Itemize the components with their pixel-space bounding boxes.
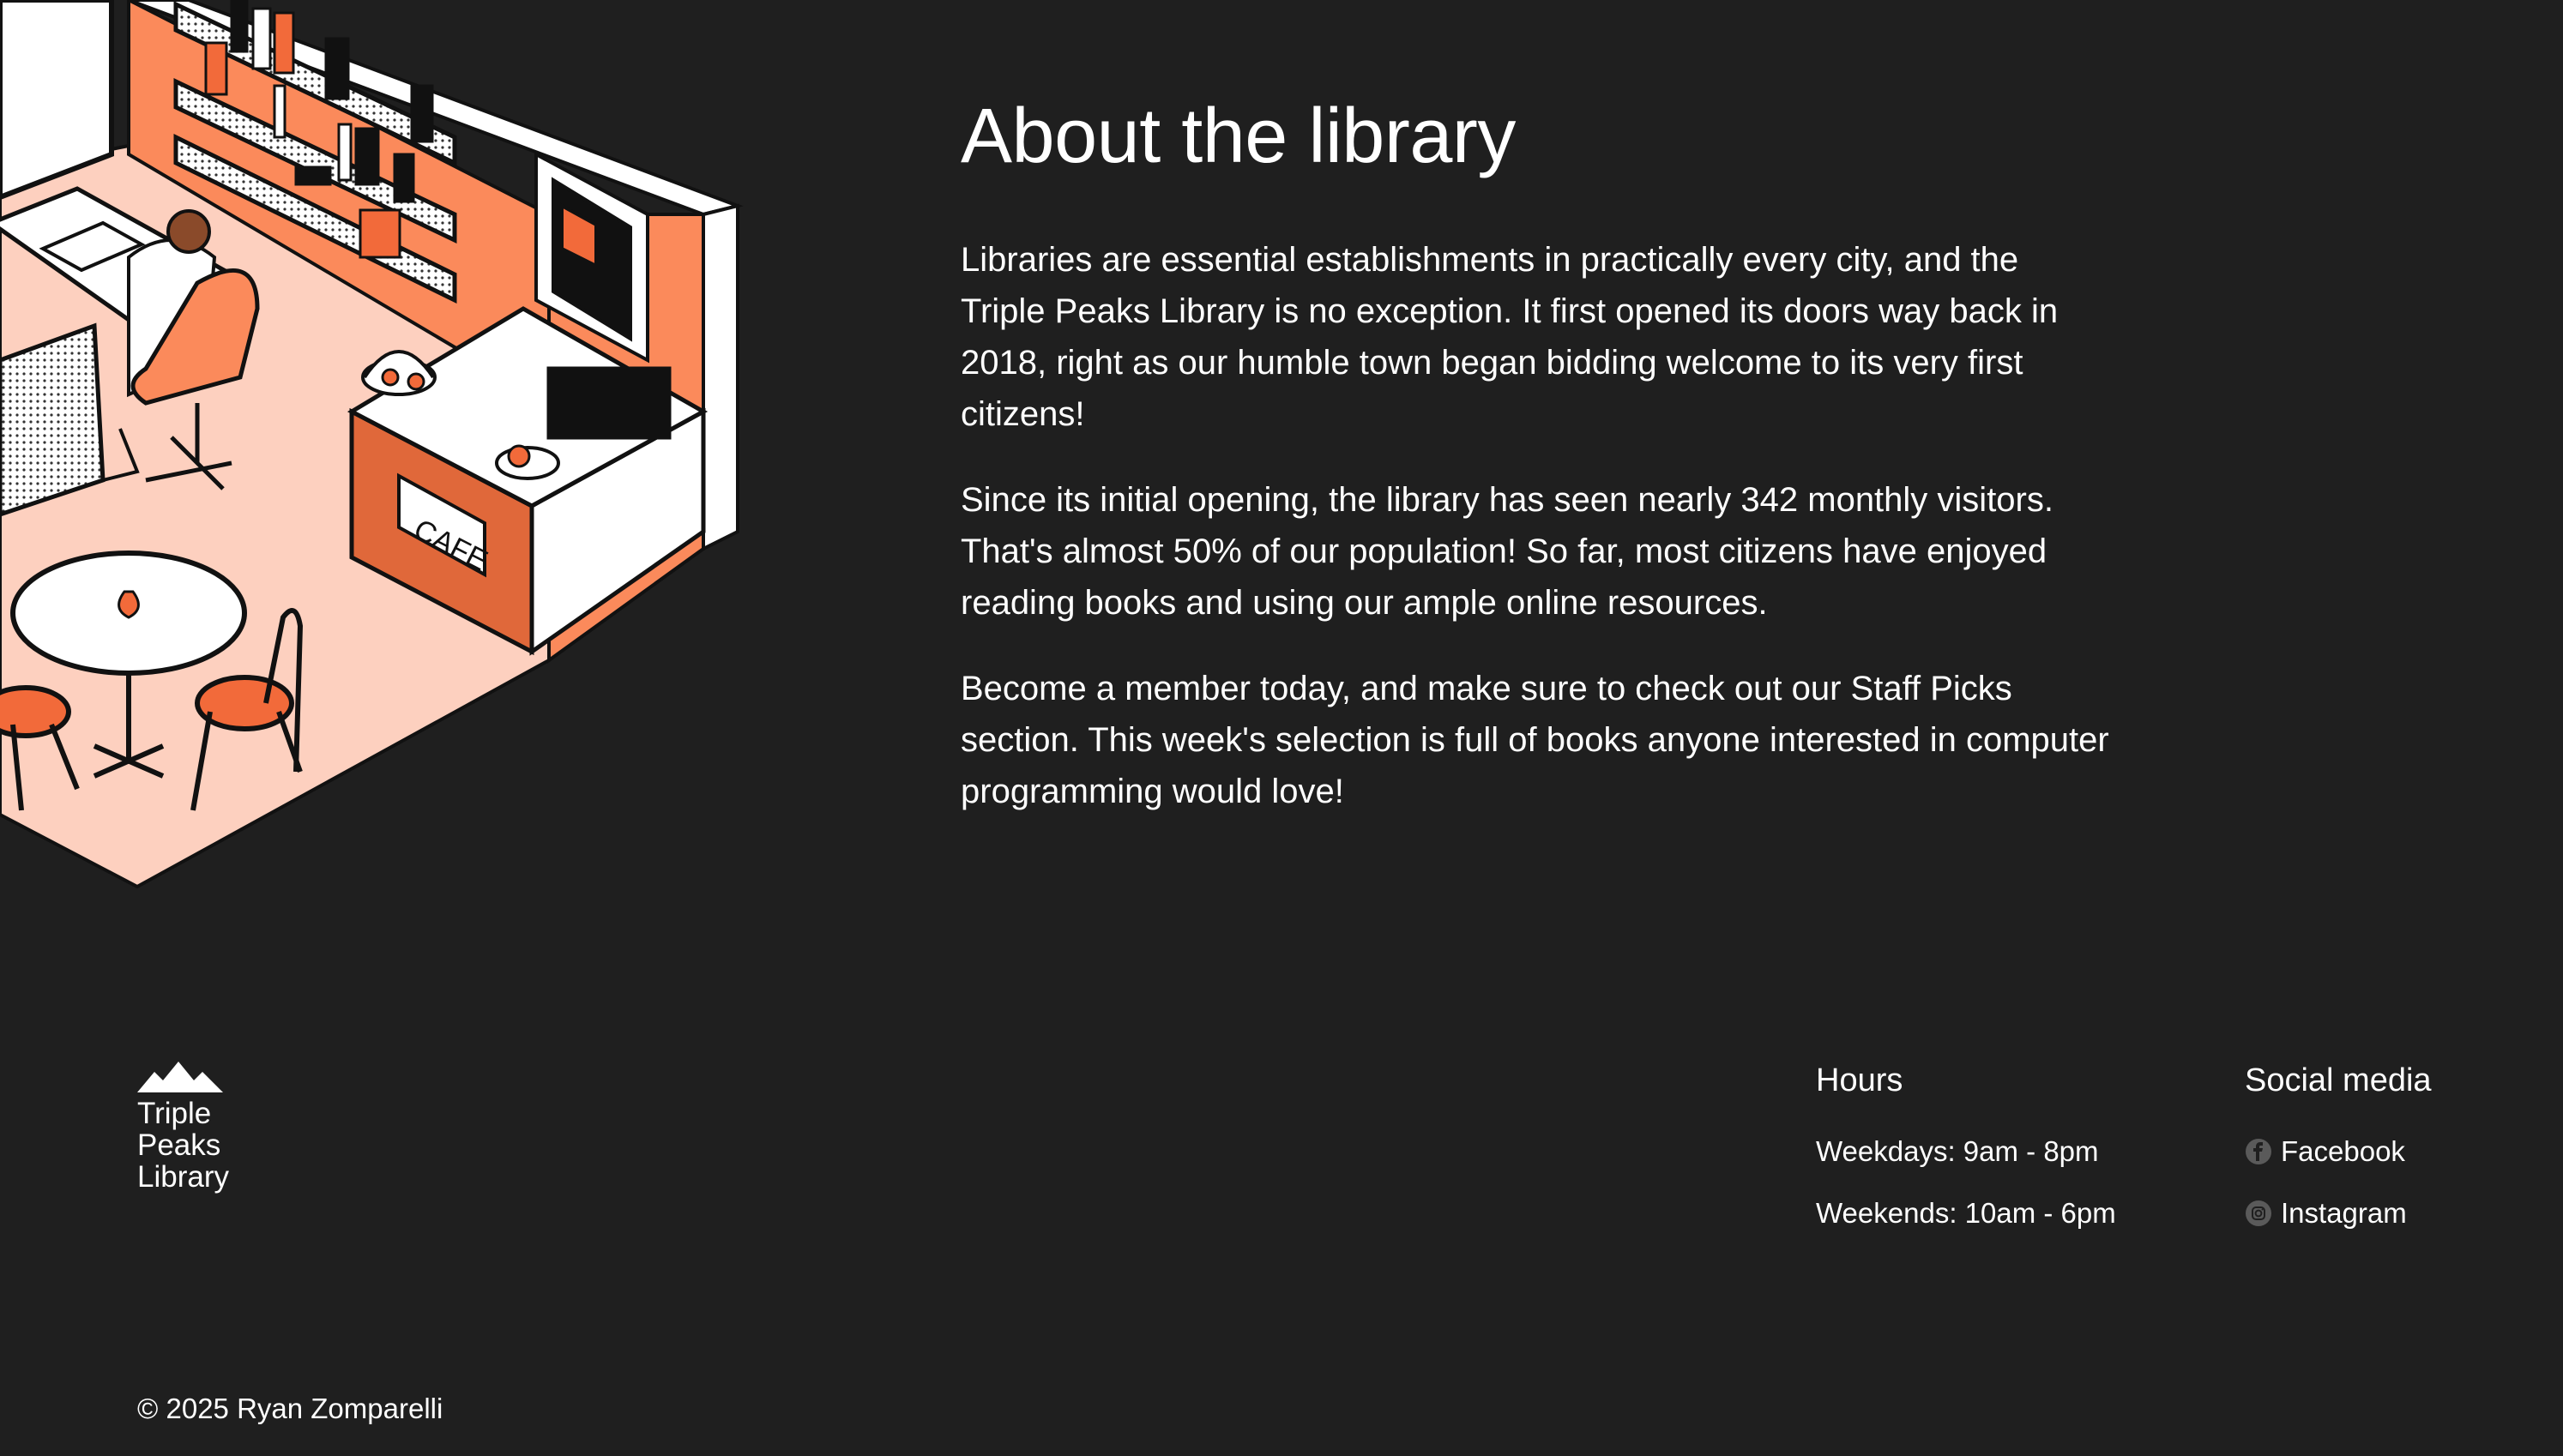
about-title: About the library [961, 93, 1516, 179]
social-title: Social media [2245, 1062, 2432, 1098]
logo-line: Library [137, 1160, 229, 1194]
mountain-peaks-icon [137, 1062, 223, 1092]
about-paragraph-1: Libraries are essential establishments i… [961, 241, 2059, 433]
hours-title: Hours [1816, 1062, 1903, 1098]
footer-logo[interactable]: Triple Peaks Library [137, 1062, 229, 1193]
about-section: About the library Libraries are essentia… [961, 94, 2110, 851]
social-section: Social media Facebook Instagram [2245, 1062, 2432, 1259]
logo-line: Peaks [137, 1128, 221, 1162]
facebook-icon [2246, 1139, 2271, 1164]
instagram-icon [2246, 1200, 2271, 1226]
instagram-link[interactable]: Instagram [2245, 1197, 2432, 1230]
weekends-hours: Weekends: 10am - 6pm [1816, 1197, 2116, 1229]
facebook-link[interactable]: Facebook [2245, 1135, 2432, 1168]
facebook-label: Facebook [2281, 1135, 2405, 1167]
copyright: © 2025 Ryan Zomparelli [137, 1393, 443, 1424]
hours-section: Hours Weekdays: 9am - 8pm Weekends: 10am… [1816, 1062, 2116, 1259]
about-paragraph-3: Become a member today, and make sure to … [961, 670, 2109, 810]
instagram-label: Instagram [2281, 1197, 2407, 1229]
library-cafe-illustration: CAFE [0, 0, 744, 889]
weekdays-hours: Weekdays: 9am - 8pm [1816, 1135, 2099, 1167]
about-paragraph-2: Since its initial opening, the library h… [961, 481, 2053, 622]
logo-wordmark: Triple Peaks Library [137, 1098, 229, 1193]
logo-line: Triple [137, 1097, 212, 1130]
